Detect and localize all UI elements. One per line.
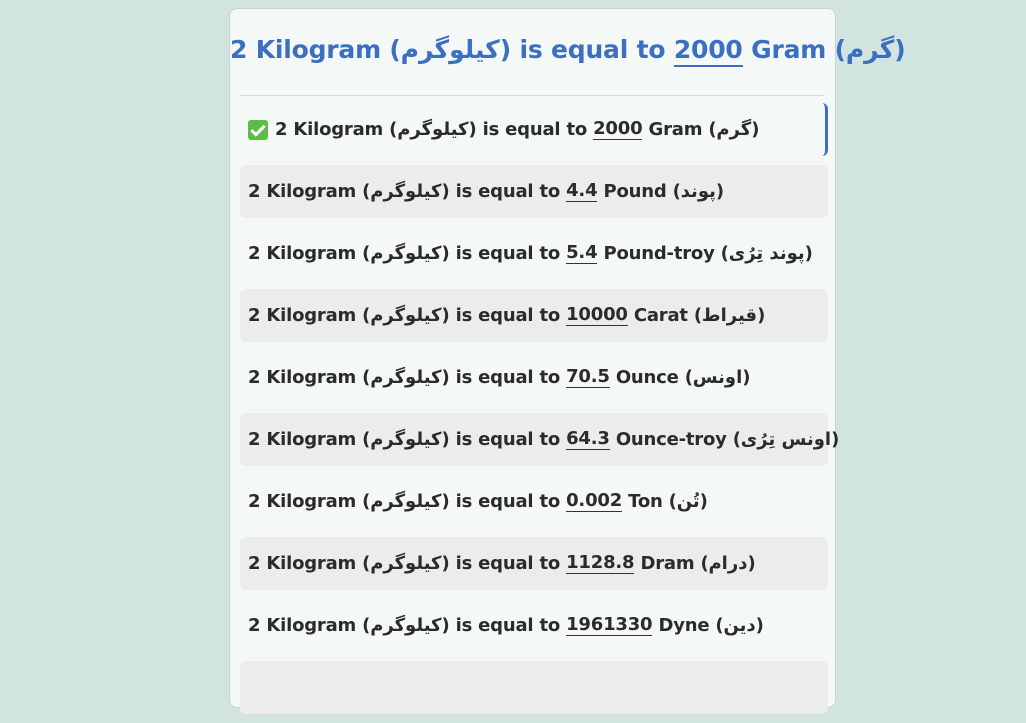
list-item[interactable]: 2 Kilogram (کیلوگرم) is equal to 5.4 Pou… bbox=[240, 227, 828, 280]
item-prefix: 2 Kilogram (کیلوگرم) is equal to bbox=[248, 181, 561, 202]
item-value: 1128.8 bbox=[566, 551, 635, 575]
title-divider bbox=[240, 95, 825, 96]
list-item[interactable] bbox=[240, 661, 828, 714]
item-suffix: Pound (پوند) bbox=[603, 181, 724, 202]
title-suffix: Gram (گرم) bbox=[751, 35, 906, 64]
item-suffix: Pound-troy (پوند تِرُی) bbox=[603, 243, 813, 264]
list-item[interactable]: 2 Kilogram (کیلوگرم) is equal to 64.3 Ou… bbox=[240, 413, 839, 466]
check-icon bbox=[248, 119, 268, 140]
item-suffix: Dyne (دین) bbox=[658, 615, 764, 636]
item-prefix: 2 Kilogram (کیلوگرم) is equal to bbox=[248, 305, 561, 326]
item-value: 10000 bbox=[566, 303, 628, 327]
item-value: 4.4 bbox=[566, 179, 598, 203]
conversion-list: 2 Kilogram (کیلوگرم) is equal to 2000 Gr… bbox=[240, 103, 839, 723]
item-suffix: Ounce (اونس) bbox=[615, 367, 751, 388]
item-prefix: 2 Kilogram (کیلوگرم) is equal to bbox=[248, 429, 561, 450]
item-prefix: 2 Kilogram (کیلوگرم) is equal to bbox=[248, 491, 561, 512]
item-value: 5.4 bbox=[566, 241, 598, 265]
item-value: 70.5 bbox=[566, 365, 610, 389]
item-suffix: Ounce-troy (اونس تِرُی) bbox=[615, 429, 840, 450]
item-value: 64.3 bbox=[566, 427, 610, 451]
conversion-card: 2 Kilogram (کیلوگرم) is equal to 2000 Gr… bbox=[229, 8, 906, 714]
list-item[interactable]: 2 Kilogram (کیلوگرم) is equal to 0.002 T… bbox=[240, 475, 828, 528]
item-suffix: Gram (گرم) bbox=[648, 119, 760, 140]
item-suffix: Carat (قیراط) bbox=[633, 305, 766, 326]
list-item[interactable]: 2 Kilogram (کیلوگرم) is equal to 1961330… bbox=[240, 599, 828, 652]
list-item[interactable]: 2 Kilogram (کیلوگرم) is equal to 4.4 Pou… bbox=[240, 165, 828, 218]
list-item[interactable]: 2 Kilogram (کیلوگرم) is equal to 10000 C… bbox=[240, 289, 828, 342]
item-value: 2000 bbox=[593, 117, 643, 141]
item-suffix: Ton (تُن) bbox=[628, 491, 708, 512]
list-item[interactable]: 2 Kilogram (کیلوگرم) is equal to 70.5 Ou… bbox=[240, 351, 828, 404]
item-value: 1961330 bbox=[566, 613, 653, 637]
item-suffix: Dram (درام) bbox=[640, 553, 756, 574]
list-item[interactable]: 2 Kilogram (کیلوگرم) is equal to 1128.8 … bbox=[240, 537, 828, 590]
item-prefix: 2 Kilogram (کیلوگرم) is equal to bbox=[248, 243, 561, 264]
item-prefix: 2 Kilogram (کیلوگرم) is equal to bbox=[248, 615, 561, 636]
item-prefix: 2 Kilogram (کیلوگرم) is equal to bbox=[275, 119, 588, 140]
item-value: 0.002 bbox=[566, 489, 623, 513]
title-prefix: 2 Kilogram (کیلوگرم) is equal to bbox=[230, 35, 666, 64]
title-value: 2000 bbox=[673, 35, 743, 67]
page-title: 2 Kilogram (کیلوگرم) is equal to 2000 Gr… bbox=[230, 35, 906, 67]
item-prefix: 2 Kilogram (کیلوگرم) is equal to bbox=[248, 367, 561, 388]
item-prefix: 2 Kilogram (کیلوگرم) is equal to bbox=[248, 553, 561, 574]
list-item[interactable]: 2 Kilogram (کیلوگرم) is equal to 2000 Gr… bbox=[240, 103, 828, 156]
